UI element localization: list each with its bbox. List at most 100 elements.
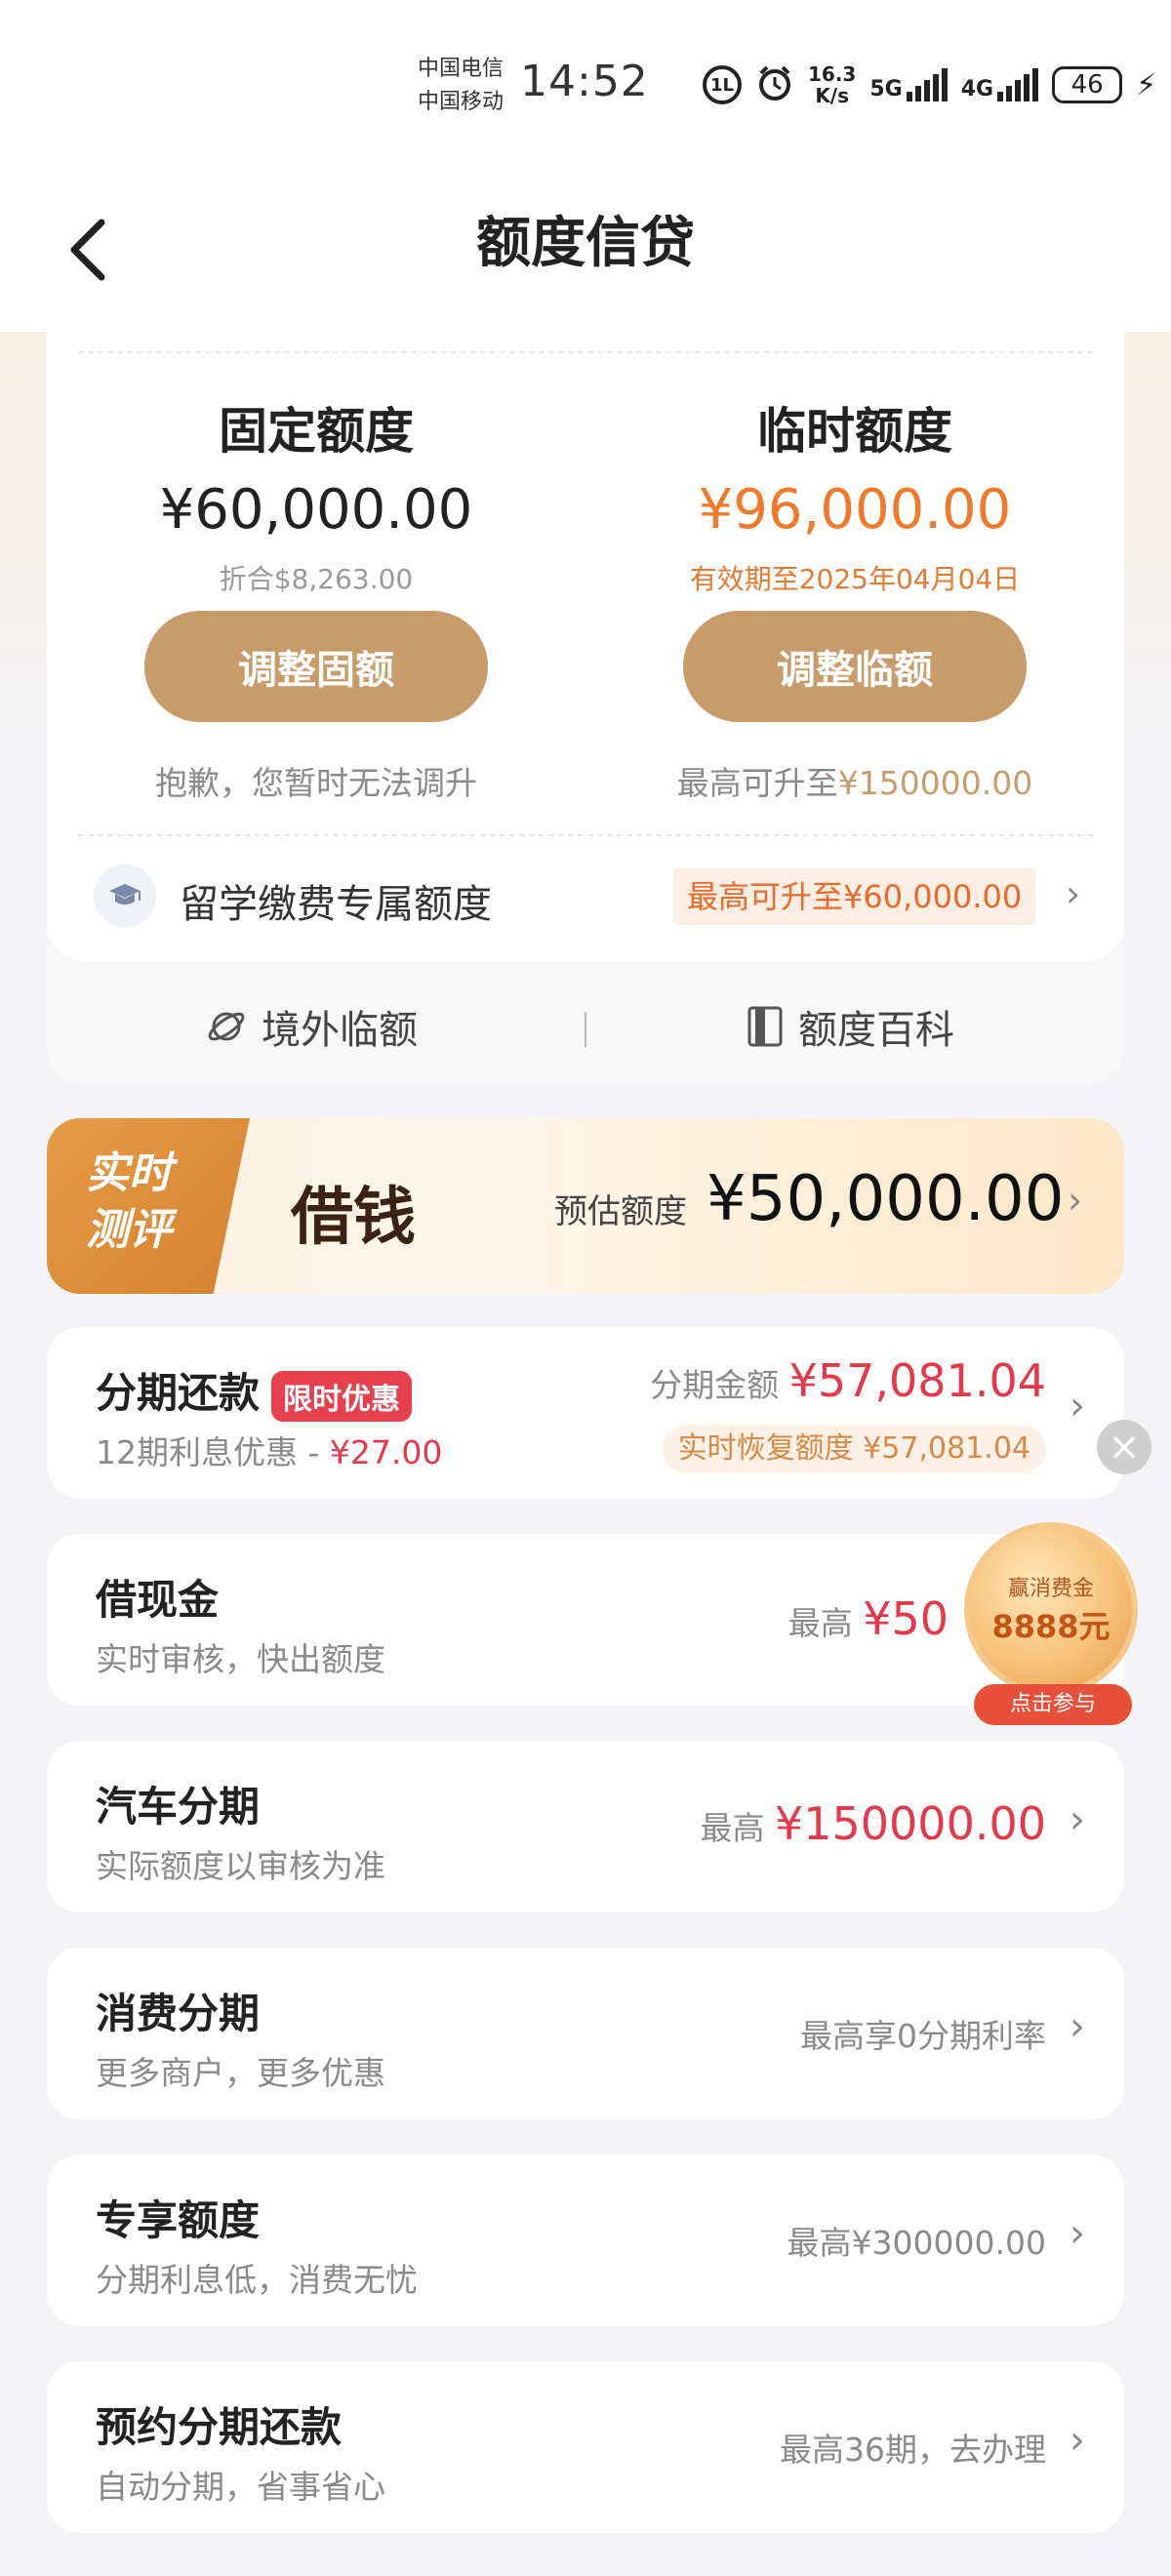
net-speed: 16.3 K/s [808,63,856,106]
consumer-installment-right: 最高享0分期利率 [800,2017,1046,2055]
cash-loan-limit-value: ¥50 [863,1592,949,1645]
fixed-quota-usd: 折合$8,263.00 [219,563,414,595]
close-icon[interactable]: × [1097,1420,1151,1474]
divider [78,834,1093,836]
cash-loan-sub: 实时审核，快出额度 [96,1640,385,1678]
booking-installment-right: 最高36期，去办理 [780,2431,1046,2469]
planet-icon [208,1012,245,1041]
graduation-cap-icon [94,865,156,927]
quota-wiki-label: 额度百科 [798,1008,954,1053]
tag-line-1: 实时 [86,1148,172,1198]
cash-loan-limit: 最高 ¥50 [788,1592,949,1645]
chevron-right-icon: › [1066,872,1081,915]
coin-value: 8888元 [991,1608,1110,1645]
net-type-1: 5G [869,77,903,101]
consumer-installment-sub: 更多商户，更多优惠 [96,2054,385,2092]
study-quota-label: 留学缴费专属额度 [180,882,492,927]
net-type-2: 4G [960,77,994,101]
status-bar: 中国电信 中国移动 14:52 1L 16.3 K/s 5G 4G 46 ⚡ [0,0,1171,166]
coin-icon: 赢消费金 8888元 [964,1522,1138,1696]
temp-quota-title: 临时额度 [757,403,952,460]
charging-icon: ⚡ [1136,67,1157,102]
exclusive-quota-right: 最高¥300000.00 [787,2224,1046,2262]
carrier-labels: 中国电信 中国移动 [418,53,504,119]
installment-amount-label: 分期金额 [650,1366,780,1404]
cash-loan-limit-label: 最高 [787,1604,853,1642]
chevron-right-icon: › [1070,1384,1085,1429]
net-speed-unit: K/s [815,84,850,107]
fixed-quota-title: 固定额度 [219,403,414,460]
quota-links: 境外临额 额度百科 [47,961,1124,1085]
signal-bars-icon [906,68,948,101]
temp-quota-note-prefix: 最高可升至 [676,764,838,802]
borrow-banner[interactable]: 实时 测评 借钱 预估额度 ¥50,000.00 › [47,1118,1124,1294]
page-title: 额度信贷 [476,212,695,275]
car-installment-row[interactable]: 汽车分期 实际额度以审核为准 最高 ¥150000.00 › [47,1741,1124,1912]
temp-quota-expiry: 有效期至2025年04月04日 [689,563,1021,595]
signal-bars-icon [997,68,1039,101]
temp-quota-amount: ¥96,000.00 [698,478,1012,542]
realtime-evaluation-tag: 实时 测评 [47,1118,250,1294]
estimate-amount: ¥50,000.00 [707,1163,1065,1235]
carrier-1: 中国电信 [418,57,505,81]
hd-icon: 1L [703,65,742,104]
car-installment-sub: 实际额度以审核为准 [96,1847,385,1885]
restore-quota-pill: 实时恢复额度 ¥57,081.04 [662,1425,1046,1473]
status-icons: 1L 16.3 K/s 5G 4G 46 ⚡ [703,60,1156,109]
chevron-right-icon: › [1070,1797,1085,1842]
consumption-coin-promo[interactable]: 赢消费金 8888元 点击参与 [960,1522,1142,1727]
car-installment-limit: 最高 ¥150000.00 [700,1797,1046,1850]
overseas-temp-quota-link[interactable]: 境外临额 [205,998,418,1055]
study-quota-row[interactable]: 留学缴费专属额度 最高可升至¥60,000.00 › [47,839,1124,954]
divider [78,351,1093,353]
link-divider [585,1012,586,1047]
status-time: 14:52 [520,57,649,106]
exclusive-quota-sub: 分期利息低，消费无忧 [96,2261,418,2299]
chevron-right-icon: › [1070,2004,1085,2049]
fixed-quota-amount: ¥60,000.00 [159,478,473,542]
overseas-temp-quota-label: 境外临额 [262,1008,418,1053]
installment-sub: 12期利息优惠 - ¥27.00 [96,1427,442,1473]
net-speed-value: 16.3 [808,62,857,86]
signal-5g: 5G [869,68,948,101]
fixed-quota-note: 抱歉，您暂时无法调升 [155,764,477,802]
join-button[interactable]: 点击参与 [974,1684,1132,1725]
booking-installment-sub: 自动分期，省事省心 [96,2468,385,2506]
adjust-temp-quota-button[interactable]: 调整临额 [683,611,1027,722]
quota-card-main: 固定额度 ¥60,000.00 折合$8,263.00 调整固额 抱歉，您暂时无… [47,332,1124,961]
book-icon [747,1006,783,1047]
carrier-2: 中国移动 [418,90,505,114]
installment-title-text: 分期还款 [96,1369,261,1417]
cash-loan-title: 借现金 [96,1576,220,1624]
installment-sub-prefix: 12期利息优惠 - [96,1433,330,1471]
installment-amount-value: ¥57,081.04 [788,1354,1046,1407]
exclusive-quota-title: 专享额度 [96,2196,261,2244]
consumer-installment-row[interactable]: 消费分期 更多商户，更多优惠 最高享0分期利率 › [47,1948,1124,2119]
consumer-installment-title: 消费分期 [96,1990,261,2037]
booking-installment-row[interactable]: 预约分期还款 自动分期，省事省心 最高36期，去办理 › [47,2361,1124,2533]
adjust-fixed-quota-button[interactable]: 调整固额 [144,611,488,722]
car-installment-title: 汽车分期 [96,1783,261,1831]
temp-quota-note: 最高可升至¥150000.00 [586,757,1124,804]
chevron-right-icon: › [1070,2418,1085,2463]
exclusive-quota-row[interactable]: 专享额度 分期利息低，消费无忧 最高¥300000.00 › [47,2154,1124,2326]
quota-card: 固定额度 ¥60,000.00 折合$8,263.00 调整固额 抱歉，您暂时无… [47,332,1124,1085]
estimate-label: 预估额度 [554,1192,687,1231]
installment-amount: 分期金额 ¥57,081.04 [650,1354,1046,1407]
installment-sub-value: ¥27.00 [329,1433,443,1471]
chevron-right-icon: › [1070,2211,1085,2256]
car-installment-limit-label: 最高 [700,1809,765,1847]
signal-4g: 4G [960,68,1039,101]
borrow-title: 借钱 [291,1181,416,1254]
booking-installment-title: 预约分期还款 [96,2403,343,2451]
installment-title: 分期还款 限时优惠 [96,1360,413,1422]
car-installment-limit-value: ¥150000.00 [774,1797,1046,1850]
chevron-right-icon: › [1068,1179,1083,1222]
limited-offer-badge: 限时优惠 [271,1370,413,1422]
alarm-icon [755,63,794,106]
temp-quota-note-value: ¥150000.00 [837,764,1033,802]
coin-label: 赢消费金 [1007,1577,1094,1601]
quota-wiki-link[interactable]: 额度百科 [746,998,954,1055]
installment-repayment-row[interactable]: 分期还款 限时优惠 12期利息优惠 - ¥27.00 分期金额 ¥57,081.0… [47,1327,1124,1499]
battery-icon: 46 [1052,66,1123,103]
